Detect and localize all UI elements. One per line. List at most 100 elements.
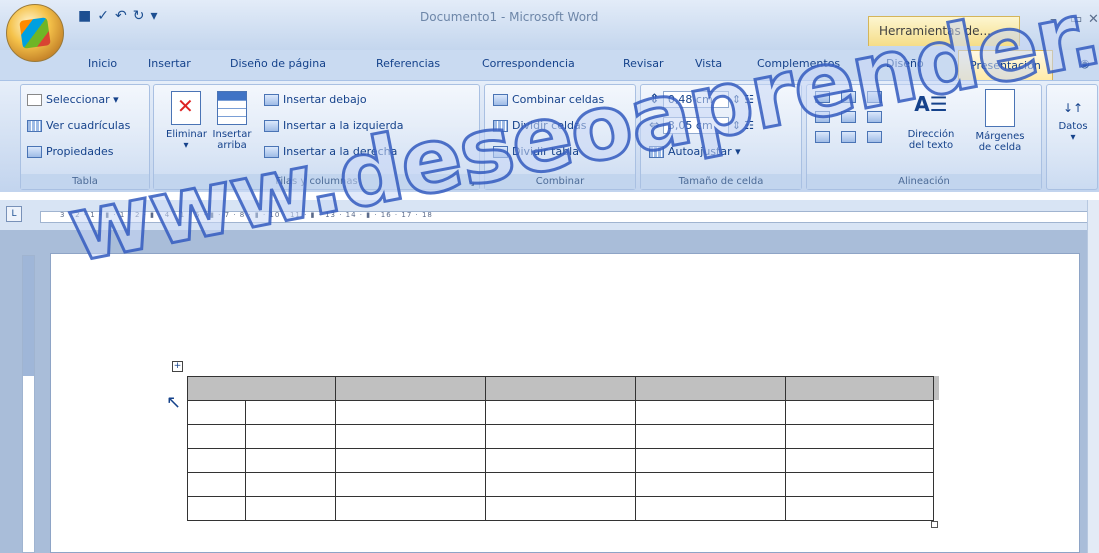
minimize-button[interactable]: –: [1050, 12, 1057, 27]
align-middle-right-icon[interactable]: [867, 111, 882, 123]
select-button[interactable]: Seleccionar ▾: [27, 93, 119, 106]
align-top-center-icon[interactable]: [841, 91, 856, 103]
table-cell[interactable]: [485, 448, 636, 473]
insert-left-button[interactable]: Insertar a la izquierda: [264, 119, 404, 132]
table-cell[interactable]: [335, 400, 486, 425]
maximize-button[interactable]: ▭: [1070, 12, 1082, 27]
col-width-input[interactable]: 3,05 cm: [662, 117, 729, 134]
delete-table-icon: ✕: [171, 91, 201, 125]
table-cell[interactable]: [785, 424, 934, 449]
table-cell[interactable]: [785, 400, 934, 425]
table-cell[interactable]: [485, 376, 636, 401]
table-cell[interactable]: [187, 472, 246, 497]
data-button[interactable]: ↓↑ Datos ▾: [1051, 95, 1095, 143]
text-direction-button[interactable]: A☰ Dirección del texto: [899, 89, 963, 151]
vertical-ruler-margin: [23, 256, 34, 376]
insert-below-button[interactable]: Insertar debajo: [264, 93, 367, 106]
table-row: [187, 448, 934, 473]
tab-referencias[interactable]: Referencias: [376, 57, 440, 70]
align-bottom-right-icon[interactable]: [867, 131, 882, 143]
split-cells-button[interactable]: Dividir celdas: [493, 119, 586, 132]
tab-presentacion[interactable]: Presentación: [958, 50, 1053, 81]
tab-selector[interactable]: L: [6, 206, 22, 222]
horizontal-ruler[interactable]: 3 · 2 · 1 · ▮ · 1 · 2 · ▮ · 4 · 1 · 5 · …: [0, 200, 1099, 230]
table-resize-handle[interactable]: [931, 521, 938, 528]
tab-revisar[interactable]: Revisar: [623, 57, 663, 70]
table-cell[interactable]: [635, 496, 786, 521]
table-cell[interactable]: [245, 424, 336, 449]
autofit-button[interactable]: Autoajustar ▾: [649, 145, 741, 158]
align-bottom-left-icon[interactable]: [815, 131, 830, 143]
document-table[interactable]: [187, 376, 934, 521]
align-bottom-center-icon[interactable]: [841, 131, 856, 143]
table-cell[interactable]: [635, 448, 786, 473]
table-cell[interactable]: [245, 472, 336, 497]
table-cell[interactable]: [335, 424, 486, 449]
table-cell[interactable]: [245, 448, 336, 473]
properties-button[interactable]: Propiedades: [27, 145, 113, 158]
tab-complementos[interactable]: Complementos: [757, 57, 840, 70]
vertical-ruler[interactable]: [22, 255, 35, 553]
table-cell[interactable]: [785, 376, 934, 401]
delete-button[interactable]: ✕ Eliminar ▾: [166, 91, 207, 151]
group-label-tabla: Tabla: [21, 174, 149, 189]
table-cell[interactable]: [635, 472, 786, 497]
table-cell[interactable]: [785, 448, 934, 473]
table-cell[interactable]: [635, 376, 786, 401]
cell-margins-icon: [985, 89, 1015, 127]
table-move-handle[interactable]: +: [172, 361, 183, 372]
table-cell[interactable]: [187, 496, 246, 521]
distribute-rows-icon[interactable]: ☷: [744, 93, 754, 106]
undo-icon[interactable]: ↶: [115, 8, 127, 24]
insert-right-button[interactable]: Insertar a la derecha: [264, 145, 397, 158]
tab-diseno-pagina[interactable]: Diseño de página: [230, 57, 326, 70]
spellcheck-icon[interactable]: ✓: [97, 8, 109, 24]
group-alineacion: A☰ Dirección del texto Márgenes de celda A…: [806, 84, 1042, 190]
split-table-button[interactable]: Dividir tabla: [493, 145, 579, 158]
cell-margins-button[interactable]: Márgenes de celda: [967, 89, 1033, 153]
gridlines-button[interactable]: Ver cuadrículas: [27, 119, 130, 132]
table-cell[interactable]: [187, 400, 246, 425]
table-cell[interactable]: [485, 424, 636, 449]
row-height-input[interactable]: 0,48 cm: [662, 91, 729, 108]
align-middle-center-icon[interactable]: [841, 111, 856, 123]
table-cell[interactable]: [335, 472, 486, 497]
table-cell[interactable]: [485, 472, 636, 497]
table-cell[interactable]: [485, 496, 636, 521]
align-top-left-icon[interactable]: [815, 91, 830, 103]
align-middle-left-icon[interactable]: [815, 111, 830, 123]
vertical-scrollbar[interactable]: [1087, 200, 1099, 553]
redo-icon[interactable]: ↻: [133, 8, 145, 24]
table-cell[interactable]: [635, 424, 786, 449]
close-button[interactable]: ✕: [1088, 12, 1099, 27]
table-cell[interactable]: [785, 472, 934, 497]
table-cell[interactable]: [335, 496, 486, 521]
table-cell[interactable]: [785, 496, 934, 521]
table-cell[interactable]: [635, 400, 786, 425]
table-cell[interactable]: [245, 400, 336, 425]
insert-above-button[interactable]: Insertar arriba: [210, 91, 254, 151]
dialog-launcher-icon[interactable]: ↘: [468, 179, 475, 188]
row-height-spinner[interactable]: ⇕: [732, 93, 741, 106]
table-cell[interactable]: [187, 448, 246, 473]
tab-insertar[interactable]: Insertar: [148, 57, 191, 70]
table-cell[interactable]: [335, 376, 486, 401]
align-top-right-icon[interactable]: [867, 91, 882, 103]
tab-vista[interactable]: Vista: [695, 57, 722, 70]
save-icon[interactable]: ■: [78, 8, 91, 24]
col-width-spinner[interactable]: ⇕: [732, 119, 741, 132]
tab-inicio[interactable]: Inicio: [88, 57, 117, 70]
customize-icon[interactable]: ▾: [150, 8, 157, 24]
table-cell[interactable]: [187, 424, 246, 449]
table-cell[interactable]: [245, 496, 336, 521]
tab-correspondencia[interactable]: Correspondencia: [482, 57, 575, 70]
table-cell[interactable]: [485, 400, 636, 425]
distribute-cols-icon[interactable]: ☷: [744, 119, 754, 132]
help-icon[interactable]: ◉: [1080, 57, 1090, 70]
merge-cells-icon: [493, 93, 508, 106]
merge-cells-button[interactable]: Combinar celdas: [493, 93, 604, 106]
office-button[interactable]: [6, 4, 64, 62]
tab-diseno[interactable]: Diseño: [886, 57, 924, 70]
table-cell[interactable]: [187, 376, 336, 401]
table-cell[interactable]: [335, 448, 486, 473]
